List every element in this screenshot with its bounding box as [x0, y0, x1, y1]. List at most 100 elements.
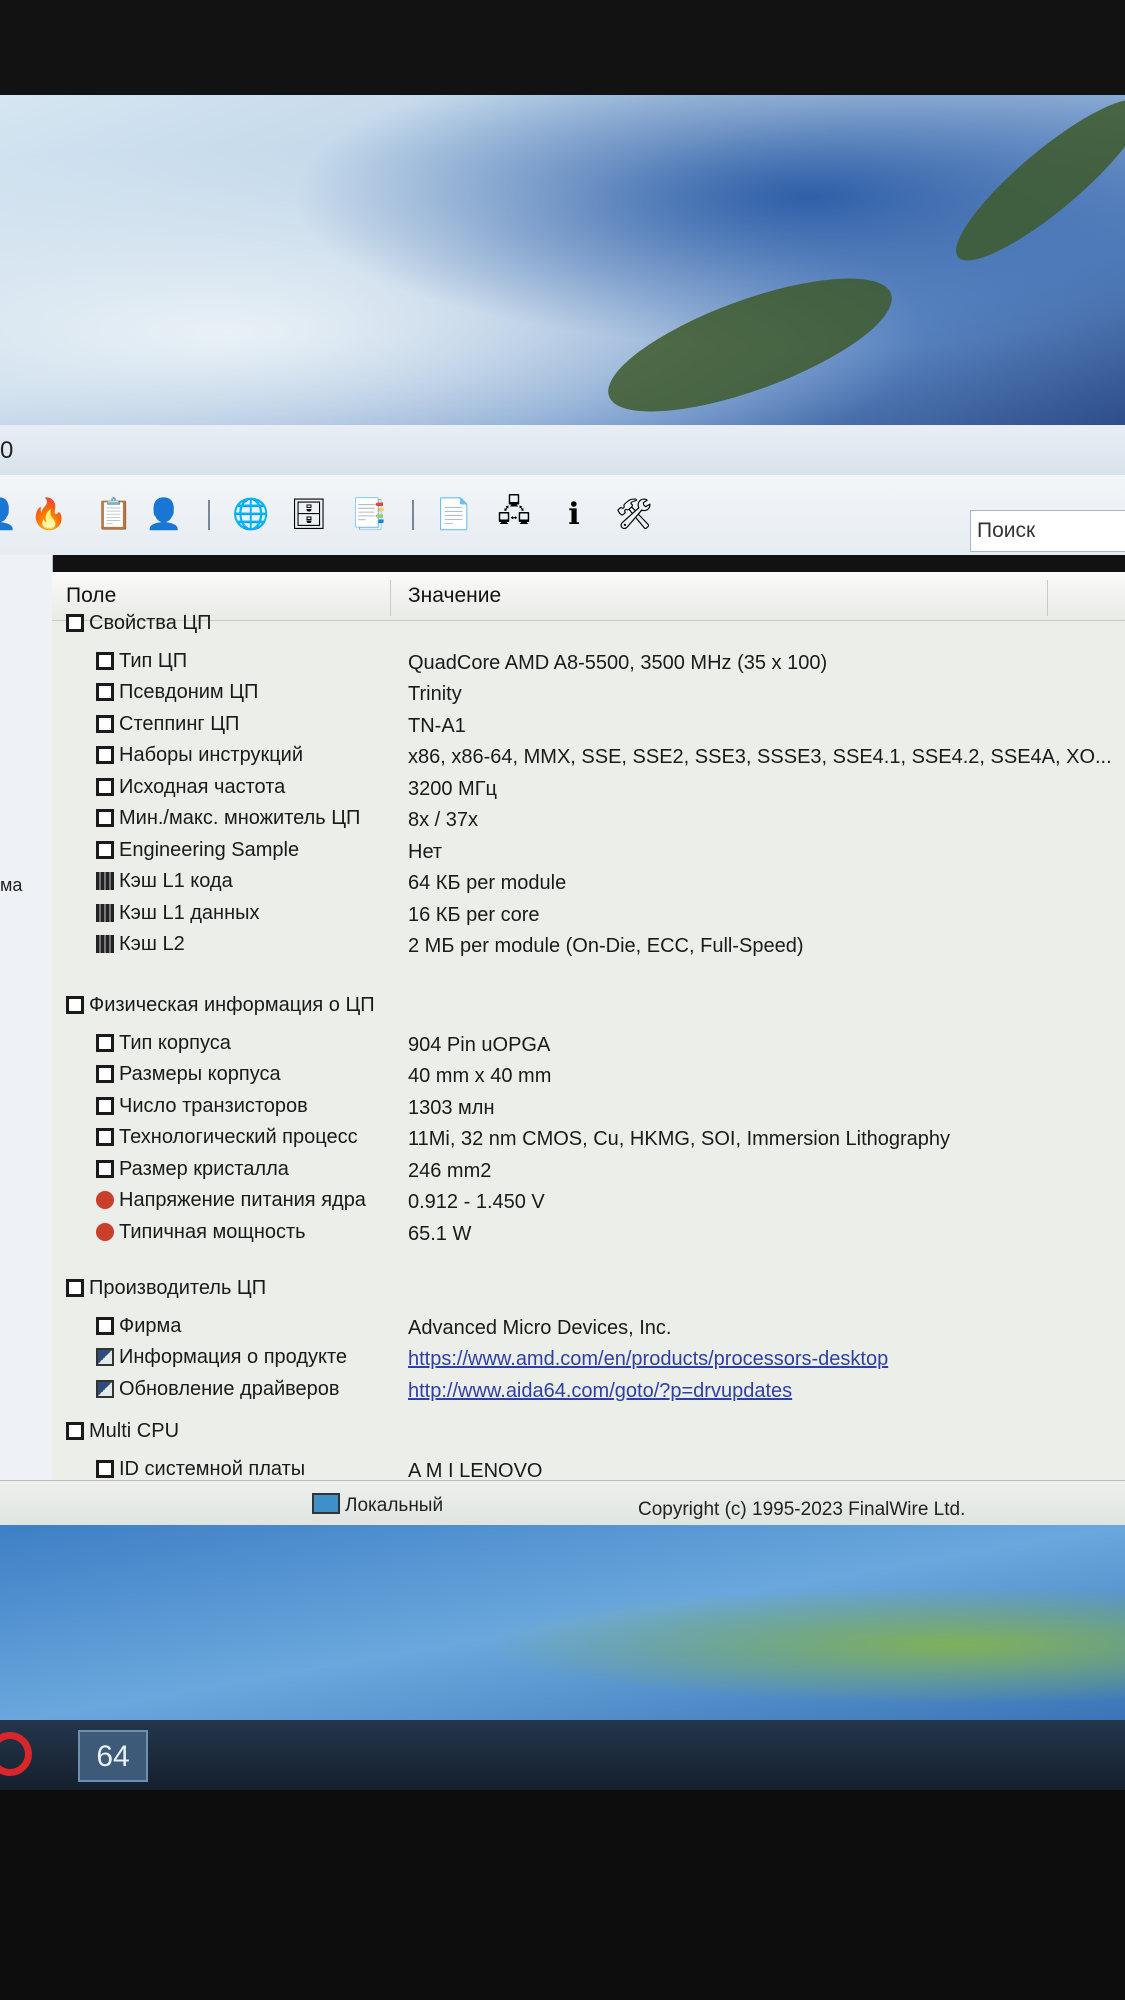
opera-icon[interactable]	[0, 1732, 32, 1776]
table-row-field[interactable]: Размер кристалла	[96, 1158, 289, 1188]
search-input[interactable]: Поиск	[970, 510, 1125, 552]
table-row-field[interactable]: Псевдоним ЦП	[96, 681, 258, 711]
table-row-field[interactable]: Число транзисторов	[96, 1095, 308, 1125]
field-value: Advanced Micro Devices, Inc.	[408, 1316, 672, 1339]
group-title: Свойства ЦП	[89, 612, 212, 634]
field-label: Кэш L2	[119, 933, 185, 955]
field-label: Кэш L1 данных	[119, 901, 260, 924]
field-value: 8x / 37x	[408, 809, 479, 831]
field-value: x86, x86-64, MMX, SSE, SSE2, SSE3, SSSE3…	[408, 746, 1112, 768]
column-header-field[interactable]: Поле	[66, 584, 116, 608]
column-separator[interactable]	[1047, 580, 1048, 616]
fire-icon[interactable]: 🔥	[30, 495, 68, 533]
field-box-icon	[96, 1065, 114, 1083]
user-icon[interactable]: 👤	[0, 495, 18, 533]
group-box-icon	[66, 996, 84, 1014]
field-value: Trinity	[408, 683, 462, 705]
group-title: Производитель ЦП	[89, 1277, 267, 1299]
system-report-icon[interactable]: 📄	[435, 495, 473, 533]
table-row-field[interactable]: Информация о продукте	[96, 1346, 347, 1376]
table-row-field[interactable]: Обновление драйверов	[96, 1378, 340, 1408]
field-value: 0.912 - 1.450 V	[408, 1191, 545, 1213]
status-connection: Локальный	[312, 1493, 443, 1517]
field-label: Псевдоним ЦП	[119, 681, 259, 703]
group-box-icon	[66, 614, 84, 632]
database-icon[interactable]: 🗄	[290, 495, 328, 533]
field-value: 65.1 W	[408, 1222, 472, 1245]
navigation-tree-pane[interactable]	[0, 555, 53, 1480]
field-box-icon	[96, 1316, 114, 1335]
value-link[interactable]: http://www.aida64.com/goto/?p=drvupdates	[408, 1380, 792, 1403]
field-value: 16 КБ per core	[408, 903, 540, 926]
value-link[interactable]: https://www.amd.com/en/products/processo…	[408, 1348, 888, 1371]
status-bar: Локальный Copyright (c) 1995-2023 FinalW…	[0, 1480, 1125, 1526]
field-box-icon	[96, 1096, 114, 1115]
desktop-wallpaper-top	[0, 95, 1125, 435]
column-separator[interactable]	[390, 580, 391, 616]
field-box-icon	[96, 777, 114, 796]
taskbar: 64	[0, 1720, 1125, 1790]
field-label: Исходная частота	[119, 775, 286, 798]
field-box-icon	[96, 714, 114, 733]
group-header[interactable]: Multi CPU	[66, 1420, 179, 1450]
table-row-field[interactable]: Тип ЦП	[96, 650, 187, 680]
field-label: Тип ЦП	[119, 649, 188, 672]
group-header[interactable]: Свойства ЦП	[66, 612, 212, 642]
details-table: Поле Значение Свойства ЦП Тип ЦП QuadCore …	[52, 572, 1125, 1482]
cache-chip-icon	[96, 935, 114, 953]
field-label: ID системной платы	[119, 1457, 306, 1480]
table-row-field[interactable]: Технологический процесс	[96, 1126, 358, 1156]
field-label: Число транзисторов	[119, 1094, 308, 1117]
field-label: Размер кристалла	[119, 1157, 289, 1180]
network-icon[interactable]: 🖧	[495, 495, 533, 533]
tools-icon[interactable]: 🛠	[615, 495, 653, 533]
task-scheduler-icon[interactable]: 📋	[95, 495, 133, 533]
table-row-field[interactable]: Кэш L1 данных	[96, 902, 260, 932]
cache-chip-icon	[96, 903, 114, 922]
group-box-icon	[66, 1422, 84, 1440]
table-row-field[interactable]: Размеры корпуса	[96, 1063, 281, 1093]
voltage-icon	[96, 1222, 114, 1241]
field-value: Нет	[408, 840, 443, 863]
field-label: Кэш L1 кода	[119, 870, 233, 892]
field-box-icon	[96, 809, 114, 827]
field-label: Фирма	[119, 1314, 182, 1337]
link-icon	[96, 1379, 114, 1398]
group-title: Multi CPU	[89, 1420, 180, 1442]
taskbar-app-aida64[interactable]: 64	[78, 1730, 148, 1782]
table-row-field[interactable]: Кэш L2	[96, 933, 185, 963]
window-titlebar[interactable]: 0	[0, 425, 1125, 476]
table-header: Поле Значение	[52, 572, 1125, 621]
field-box-icon	[96, 1128, 114, 1146]
report-icon[interactable]: 📑	[350, 495, 388, 533]
table-row-field[interactable]: Кэш L1 кода	[96, 870, 233, 900]
table-row-field[interactable]: Наборы инструкций	[96, 744, 303, 774]
table-row-field[interactable]: Типичная мощность	[96, 1221, 306, 1251]
field-label: Обновление драйверов	[119, 1377, 340, 1400]
column-header-value[interactable]: Значение	[408, 584, 501, 608]
table-row-field[interactable]: Тип корпуса	[96, 1032, 231, 1062]
toolbar-separator	[412, 500, 414, 530]
person-icon[interactable]: 👤	[145, 495, 183, 533]
nav-tree-item-fragment[interactable]: ма	[0, 875, 22, 896]
field-value: 1303 млн	[408, 1096, 495, 1119]
table-row-field[interactable]: Engineering Sample	[96, 839, 299, 869]
field-label: Типичная мощность	[119, 1220, 306, 1243]
field-label: Наборы инструкций	[119, 744, 304, 766]
table-row-field[interactable]: Исходная частота	[96, 776, 285, 806]
field-value: 904 Pin uOPGA	[408, 1033, 551, 1056]
globe-icon[interactable]: 🌐	[232, 495, 270, 533]
group-header[interactable]: Физическая информация о ЦП	[66, 994, 375, 1024]
cache-chip-icon	[96, 872, 114, 890]
group-header[interactable]: Производитель ЦП	[66, 1277, 266, 1307]
table-row-field[interactable]: Степпинг ЦП	[96, 713, 239, 743]
table-row-field[interactable]: Фирма	[96, 1315, 181, 1345]
info-icon[interactable]: ℹ	[555, 495, 593, 533]
field-value: QuadCore AMD A8-5500, 3500 MHz (35 x 100…	[408, 651, 828, 674]
table-row-field[interactable]: Мин./макс. множитель ЦП	[96, 807, 360, 837]
field-box-icon	[96, 651, 114, 670]
desktop-wallpaper-bottom	[0, 1525, 1125, 1725]
field-label: Мин./макс. множитель ЦП	[119, 807, 361, 829]
table-row-field[interactable]: Напряжение питания ядра	[96, 1189, 366, 1219]
field-label: Тип корпуса	[119, 1031, 231, 1054]
